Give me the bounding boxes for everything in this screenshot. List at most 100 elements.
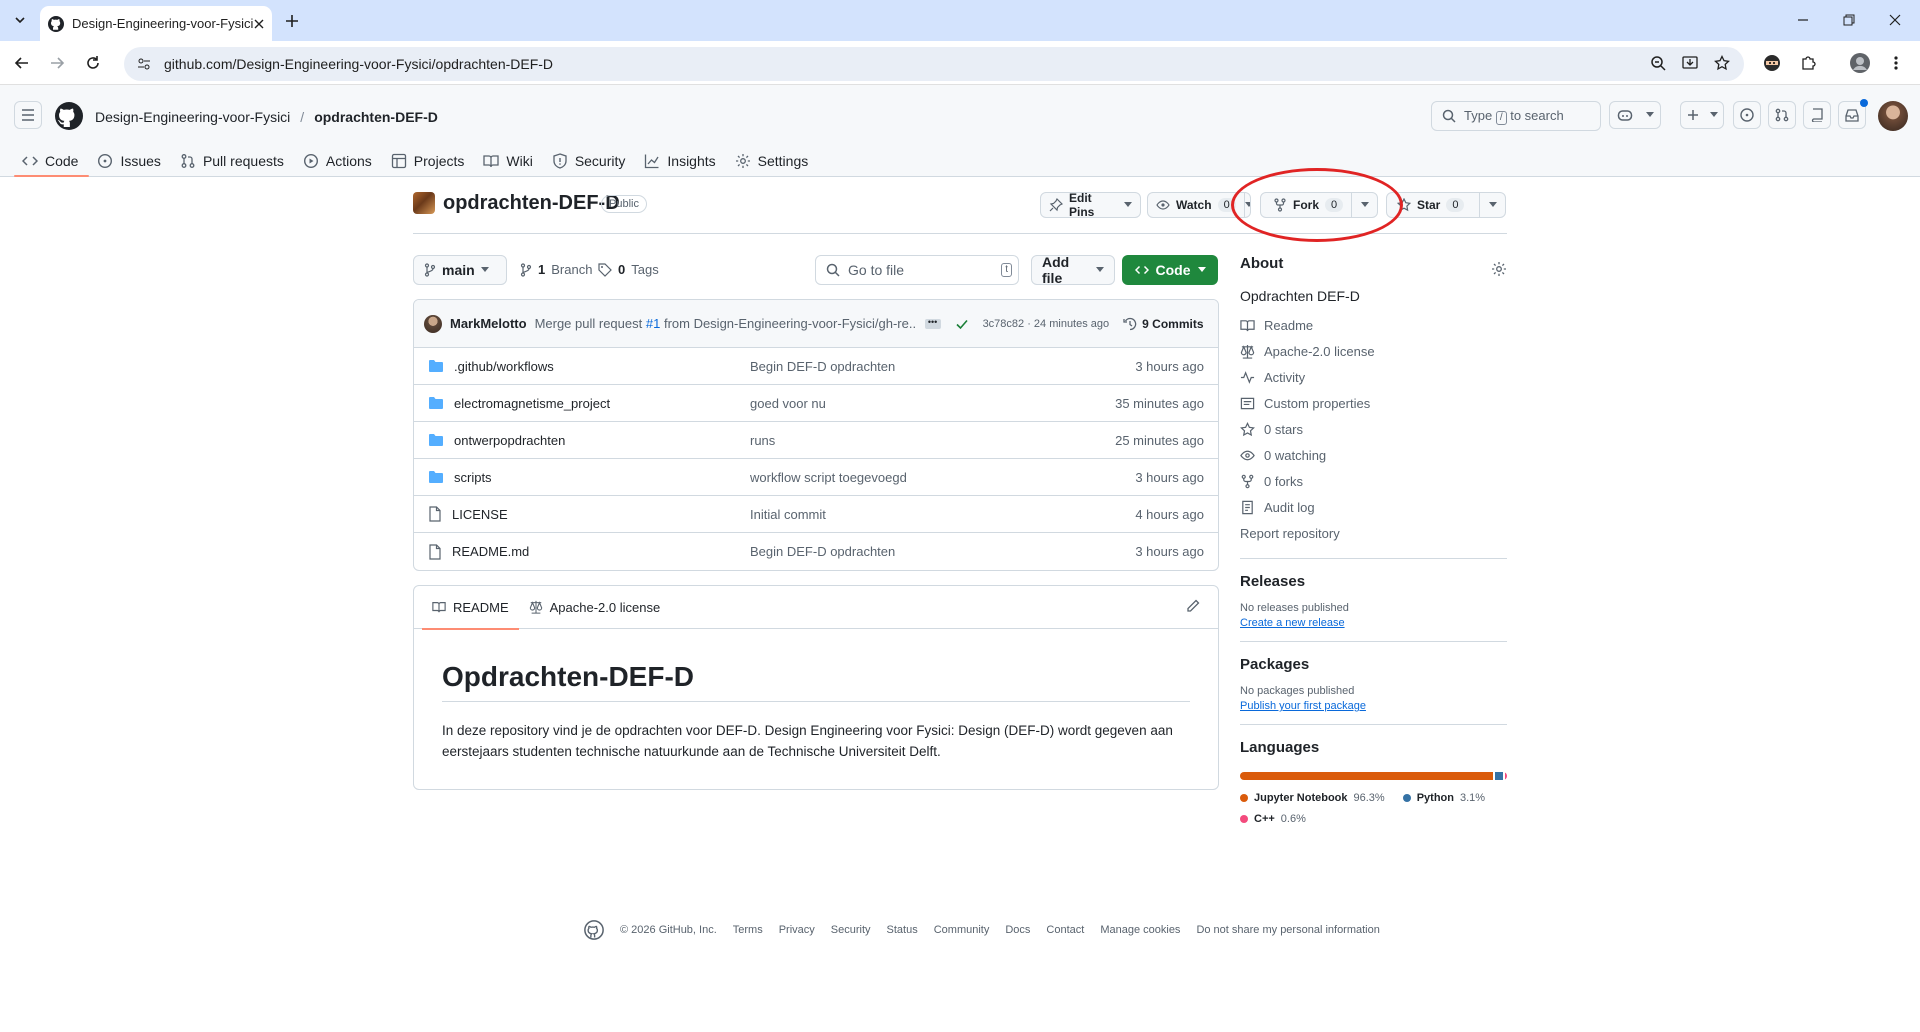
file-name[interactable]: scripts	[454, 470, 492, 485]
github-logo-icon[interactable]	[584, 920, 604, 940]
file-commit-message[interactable]: runs	[750, 433, 775, 448]
add-file-button[interactable]: Add file	[1031, 254, 1115, 286]
file-name[interactable]: README.md	[452, 544, 529, 559]
check-icon[interactable]	[955, 317, 969, 331]
star-button[interactable]: Star 0	[1386, 192, 1506, 218]
releases-heading[interactable]: Releases	[1240, 573, 1507, 590]
back-arrow-icon[interactable]	[8, 49, 36, 77]
create-new-button[interactable]	[1680, 101, 1724, 129]
site-info-icon[interactable]	[136, 56, 152, 72]
commit-author-avatar[interactable]	[424, 314, 442, 333]
report-repository-link[interactable]: Report repository	[1240, 520, 1507, 546]
extensions-puzzle-icon[interactable]	[1796, 51, 1820, 75]
about-item[interactable]: Activity	[1240, 364, 1507, 390]
expand-commit-icon[interactable]: •••	[924, 317, 941, 329]
browser-menu-icon[interactable]	[1884, 51, 1908, 75]
footer-link[interactable]: Do not share my personal information	[1196, 924, 1379, 936]
language-item[interactable]: C++ 0.6%	[1240, 809, 1306, 829]
user-avatar[interactable]	[1878, 101, 1908, 131]
forward-arrow-icon[interactable]	[43, 49, 71, 77]
address-bar[interactable]: github.com/Design-Engineering-voor-Fysic…	[124, 47, 1744, 81]
pull-requests-icon[interactable]	[1768, 101, 1796, 129]
branch-selector[interactable]: main	[413, 255, 507, 285]
commits-link[interactable]: 9 Commits	[1123, 317, 1204, 331]
table-row[interactable]: scripts workflow script toegevoegd 3 hours…	[414, 459, 1218, 496]
table-row[interactable]: README.md Begin DEF-D opdrachten 3 hours a…	[414, 533, 1218, 570]
new-tab-plus-icon[interactable]	[280, 9, 304, 33]
file-commit-message[interactable]: goed voor nu	[750, 396, 826, 411]
breadcrumb-repo[interactable]: opdrachten-DEF-D	[314, 109, 438, 125]
tab-wiki[interactable]: Wiki	[475, 145, 543, 177]
install-app-icon[interactable]	[1678, 51, 1702, 75]
bookmark-star-icon[interactable]	[1710, 51, 1734, 75]
window-close-icon[interactable]	[1872, 6, 1918, 34]
tab-pull-requests[interactable]: Pull requests	[172, 145, 295, 177]
language-item[interactable]: Jupyter Notebook 96.3%	[1240, 788, 1385, 808]
tags-link[interactable]: 0 Tags	[598, 262, 659, 277]
footer-link[interactable]: Privacy	[779, 924, 815, 936]
about-item[interactable]: 0 forks	[1240, 468, 1507, 494]
footer-link[interactable]: Security	[831, 924, 871, 936]
tab-close-icon[interactable]	[254, 19, 264, 29]
go-to-file-input[interactable]: Go to file t	[815, 255, 1019, 285]
edit-pencil-icon[interactable]	[1186, 599, 1200, 613]
footer-link[interactable]: Contact	[1046, 924, 1084, 936]
gear-icon[interactable]	[1491, 261, 1507, 277]
file-commit-message[interactable]: Initial commit	[750, 507, 826, 522]
tab-settings[interactable]: Settings	[727, 145, 820, 177]
inbox-icon[interactable]	[1838, 99, 1868, 129]
search-input[interactable]: Type / to search	[1431, 101, 1601, 131]
zoom-icon[interactable]	[1646, 51, 1670, 75]
publish-package-link[interactable]: Publish your first package	[1240, 700, 1507, 712]
issues-icon[interactable]	[1733, 101, 1761, 129]
hamburger-menu-icon[interactable]	[14, 101, 42, 129]
branches-link[interactable]: 1 Branch	[520, 262, 592, 277]
file-commit-message[interactable]: Begin DEF-D opdrachten	[750, 544, 895, 559]
about-item[interactable]: Custom properties	[1240, 390, 1507, 416]
tab-code[interactable]: Code	[14, 145, 90, 177]
github-logo-icon[interactable]	[55, 102, 83, 130]
table-row[interactable]: electromagnetisme_project goed voor nu 35 …	[414, 385, 1218, 422]
footer-link[interactable]: Manage cookies	[1100, 924, 1180, 936]
table-row[interactable]: LICENSE Initial commit 4 hours ago	[414, 496, 1218, 533]
extension-ninja-icon[interactable]	[1760, 51, 1784, 75]
edit-pins-button[interactable]: Edit Pins	[1040, 192, 1141, 218]
footer-link[interactable]: Docs	[1005, 924, 1030, 936]
commit-pr-link[interactable]: #1	[646, 316, 660, 331]
repo-owner-avatar[interactable]	[413, 192, 435, 214]
repo-name[interactable]: opdrachten-DEF-D	[443, 192, 620, 215]
reload-icon[interactable]	[79, 49, 107, 77]
breadcrumb-owner[interactable]: Design-Engineering-voor-Fysici	[95, 109, 290, 125]
file-name[interactable]: ontwerpopdrachten	[454, 433, 565, 448]
commit-message[interactable]: Merge pull request #1 from Design-Engine…	[535, 316, 915, 331]
profile-avatar[interactable]	[1848, 51, 1872, 75]
table-row[interactable]: ontwerpopdrachten runs 25 minutes ago	[414, 422, 1218, 459]
about-item[interactable]: 0 stars	[1240, 416, 1507, 442]
browser-tab[interactable]: Design-Engineering-voor-Fysici	[40, 6, 272, 41]
tab-insights[interactable]: Insights	[636, 145, 726, 177]
footer-link[interactable]: Community	[934, 924, 990, 936]
star-dropdown[interactable]	[1479, 193, 1505, 217]
commit-author[interactable]: MarkMelotto	[450, 316, 527, 331]
tab-actions[interactable]: Actions	[295, 145, 383, 177]
copilot-button[interactable]	[1609, 101, 1661, 129]
file-commit-message[interactable]: Begin DEF-D opdrachten	[750, 359, 895, 374]
language-item[interactable]: Python 3.1%	[1402, 788, 1485, 808]
footer-link[interactable]: Terms	[733, 924, 763, 936]
window-restore-icon[interactable]	[1826, 6, 1872, 34]
create-release-link[interactable]: Create a new release	[1240, 617, 1507, 629]
tab-projects[interactable]: Projects	[383, 145, 476, 177]
tab-search-chevron-icon[interactable]	[8, 8, 32, 32]
window-minimize-icon[interactable]	[1780, 6, 1826, 34]
footer-link[interactable]: Status	[887, 924, 918, 936]
about-item[interactable]: 0 watching	[1240, 442, 1507, 468]
code-button[interactable]: Code	[1122, 255, 1218, 285]
tab-readme[interactable]: README	[422, 586, 519, 630]
about-item[interactable]: Audit log	[1240, 494, 1507, 520]
file-commit-message[interactable]: workflow script toegevoegd	[750, 470, 907, 485]
commit-hash-time[interactable]: 3c78c82 · 24 minutes ago	[983, 318, 1110, 330]
table-row[interactable]: .github/workflows Begin DEF-D opdrachten 3…	[414, 348, 1218, 385]
repositories-icon[interactable]	[1803, 101, 1831, 129]
tab-security[interactable]: Security	[544, 145, 637, 177]
about-item[interactable]: Apache-2.0 license	[1240, 338, 1507, 364]
